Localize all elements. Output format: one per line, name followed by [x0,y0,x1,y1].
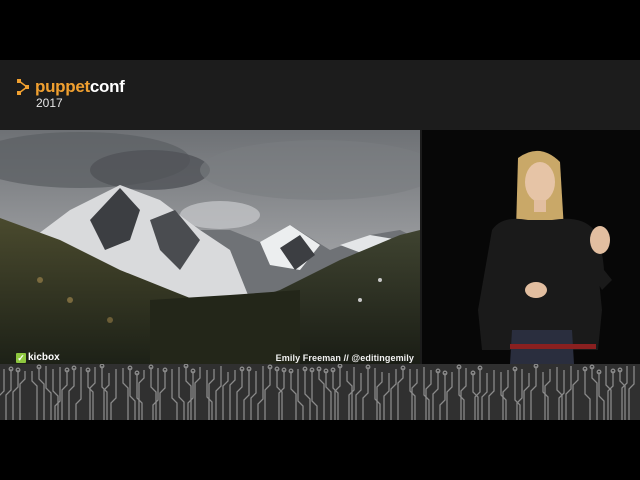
brand-year: 2017 [36,96,63,110]
circuit-pattern-band [0,364,640,420]
brand-name-conf: conf [89,77,125,96]
checkmark-icon: ✓ [16,352,26,363]
slide-mountain-image [0,130,420,364]
caption-bar: ✓ kicbox Emily Freeman // @editingemily [0,350,420,365]
speaker-image [422,130,640,364]
sponsor-logo: ✓ kicbox [16,352,60,363]
letterbox-top [0,0,640,60]
brand-name-puppet: puppet [35,77,90,96]
mountain-landscape-image [0,130,420,364]
puppetconf-logo: puppetconf 2017 [16,78,125,110]
letterbox-bottom [0,420,640,480]
circuit-pattern-decoration [0,364,640,420]
sponsor-name: kicbox [28,352,60,363]
puppet-logo-icon [17,79,29,95]
speaker-credit: Emily Freeman // @editingemily [275,352,414,363]
brand-name: puppetconf [35,78,125,96]
speaker-video-feed [422,130,640,364]
